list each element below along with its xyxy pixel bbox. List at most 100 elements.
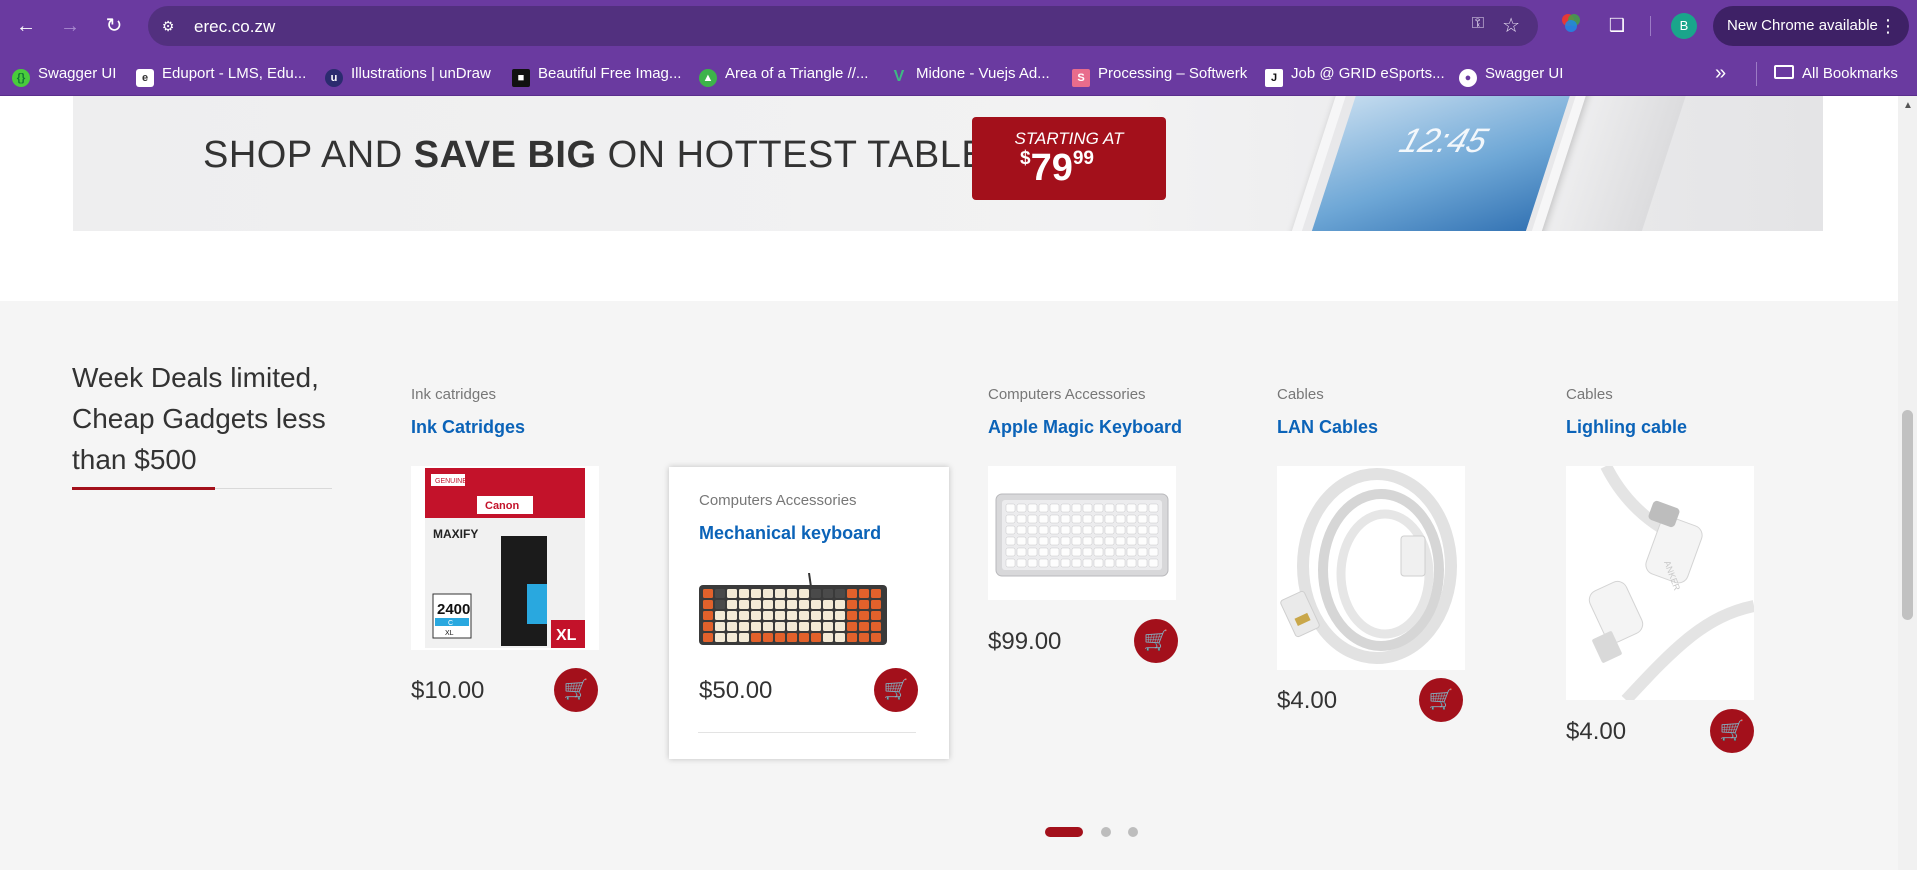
scroll-up-arrow-icon[interactable]: ▲ <box>1903 100 1913 111</box>
keycap <box>1104 547 1115 557</box>
keycap <box>823 633 833 642</box>
carousel-dot[interactable] <box>1101 827 1111 837</box>
keycap <box>1093 525 1104 535</box>
keycap <box>763 600 773 609</box>
tablet-screen: 12:45 <box>1308 96 1572 231</box>
keycap <box>787 589 797 598</box>
bookmark-item[interactable]: ▲ Area of a Triangle //... <box>699 64 868 87</box>
keycap <box>799 622 809 631</box>
menu-dots-icon[interactable]: ⋮ <box>1879 6 1897 46</box>
bookmark-item[interactable]: J Job @ GRID eSports... <box>1265 64 1445 87</box>
undraw-icon: u <box>325 69 343 87</box>
carousel-dot-active[interactable] <box>1045 827 1083 837</box>
product-card[interactable]: Computers Accessories Apple Magic Keyboa… <box>988 361 1270 663</box>
keycap <box>1104 503 1115 513</box>
forward-icon[interactable]: → <box>56 12 84 40</box>
eduport-icon: e <box>136 69 154 87</box>
product-name-link[interactable]: Lighling cable <box>1566 417 1687 438</box>
swagger-icon: {} <box>12 69 30 87</box>
scrollbar-thumb[interactable] <box>1902 410 1913 620</box>
bookmark-star-icon[interactable]: ☆ <box>1502 13 1520 38</box>
keycap <box>739 600 749 609</box>
keycap <box>1115 514 1126 524</box>
keycap <box>775 611 785 620</box>
keycap <box>1148 536 1159 546</box>
keycap <box>751 600 761 609</box>
carousel-dot[interactable] <box>1128 827 1138 837</box>
keycap <box>703 611 713 620</box>
keycap <box>751 611 761 620</box>
keycap <box>715 611 725 620</box>
keycap <box>1126 558 1137 568</box>
product-name-link[interactable]: Mechanical keyboard <box>699 523 881 544</box>
starting-price-badge[interactable]: STARTING AT $7999 <box>972 117 1166 200</box>
add-to-cart-icon[interactable]: 🛒 <box>1134 619 1178 663</box>
keycap <box>799 611 809 620</box>
banner-headline: SHOP AND SAVE BIG ON HOTTEST TABLETS <box>203 134 1037 176</box>
address-bar[interactable]: ⚙ erec.co.zw ⚿ ☆ <box>148 6 1538 46</box>
keycap <box>787 622 797 631</box>
keycap <box>1126 514 1137 524</box>
keycap <box>1005 536 1016 546</box>
add-to-cart-icon[interactable]: 🛒 <box>554 668 598 712</box>
product-card[interactable]: Cables Lighling cable ANKER $4.00 🛒 <box>1566 361 1848 753</box>
more-bookmarks-chevron-icon[interactable]: » <box>1715 62 1726 85</box>
chrome-update-button[interactable]: New Chrome available ⋮ <box>1713 6 1909 46</box>
bookmark-item[interactable]: {} Swagger UI <box>12 64 116 87</box>
extensions-puzzle-icon[interactable]: ❑ <box>1604 12 1630 38</box>
keycap <box>1115 525 1126 535</box>
product-category: Computers Accessories <box>699 492 857 509</box>
keycap <box>1038 514 1049 524</box>
product-name-link[interactable]: Ink Catridges <box>411 417 525 438</box>
keycap <box>811 589 821 598</box>
product-card-active[interactable]: Computers Accessories Mechanical keyboar… <box>669 467 949 759</box>
back-icon[interactable]: ← <box>12 12 40 40</box>
keycap <box>811 633 821 642</box>
keycap <box>787 611 797 620</box>
product-name-link[interactable]: LAN Cables <box>1277 417 1378 438</box>
week-deals-section: Week Deals limited, Cheap Gadgets less t… <box>0 301 1898 870</box>
keycap <box>1148 525 1159 535</box>
page-scrollbar[interactable]: ▲ <box>1898 96 1917 870</box>
bookmark-item[interactable]: ■ Beautiful Free Imag... <box>512 64 681 87</box>
add-to-cart-icon[interactable]: 🛒 <box>1710 709 1754 753</box>
keycap <box>1049 536 1060 546</box>
product-category: Cables <box>1566 386 1613 403</box>
add-to-cart-icon[interactable]: 🛒 <box>874 668 918 712</box>
keycap <box>763 622 773 631</box>
reload-icon[interactable]: ↻ <box>100 12 128 40</box>
site-info-icon[interactable]: ⚙ <box>158 16 178 36</box>
promo-banner[interactable]: SHOP AND SAVE BIG ON HOTTEST TABLETS STA… <box>73 96 1823 231</box>
keycap <box>727 600 737 609</box>
bookmark-item[interactable]: e Eduport - LMS, Edu... <box>136 64 306 87</box>
product-price: $10.00 <box>411 677 485 704</box>
mechanical-keyboard-image[interactable] <box>699 573 887 645</box>
product-card[interactable]: Cables LAN Cables $4.00 🛒 <box>1277 361 1559 722</box>
keycap <box>847 611 857 620</box>
unsplash-icon: ■ <box>512 69 530 87</box>
bookmark-item[interactable]: u Illustrations | unDraw <box>325 64 491 87</box>
keycap <box>1093 536 1104 546</box>
keycap <box>1104 525 1115 535</box>
keycap <box>1016 525 1027 535</box>
all-bookmarks-button[interactable]: All Bookmarks <box>1774 64 1898 84</box>
bookmark-item[interactable]: V Midone - Vuejs Ad... <box>890 64 1050 85</box>
profile-avatar[interactable]: B <box>1671 13 1697 39</box>
lightning-cable-image[interactable]: ANKER <box>1566 466 1754 700</box>
keycap <box>1104 514 1115 524</box>
product-name-link[interactable]: Apple Magic Keyboard <box>988 417 1182 438</box>
product-card[interactable]: Ink catridges Ink Catridges GENUINE Cano… <box>411 361 693 712</box>
bookmark-item[interactable]: ● Swagger UI <box>1459 64 1563 87</box>
password-key-icon[interactable]: ⚿ <box>1472 15 1484 33</box>
magic-keyboard-image[interactable] <box>988 466 1176 600</box>
lan-cable-image[interactable] <box>1277 466 1465 670</box>
update-label: New Chrome available <box>1727 17 1878 34</box>
keycap <box>1038 536 1049 546</box>
keycap <box>835 633 845 642</box>
bookmark-item[interactable]: S Processing – Softwerk <box>1072 64 1247 87</box>
color-extension-icon[interactable] <box>1558 12 1584 38</box>
url-text[interactable]: erec.co.zw <box>194 17 275 37</box>
keycap <box>763 633 773 642</box>
add-to-cart-icon[interactable]: 🛒 <box>1419 678 1463 722</box>
ink-cartridge-image[interactable]: GENUINE Canon MAXIFY 2400 C XL XL <box>411 466 599 650</box>
